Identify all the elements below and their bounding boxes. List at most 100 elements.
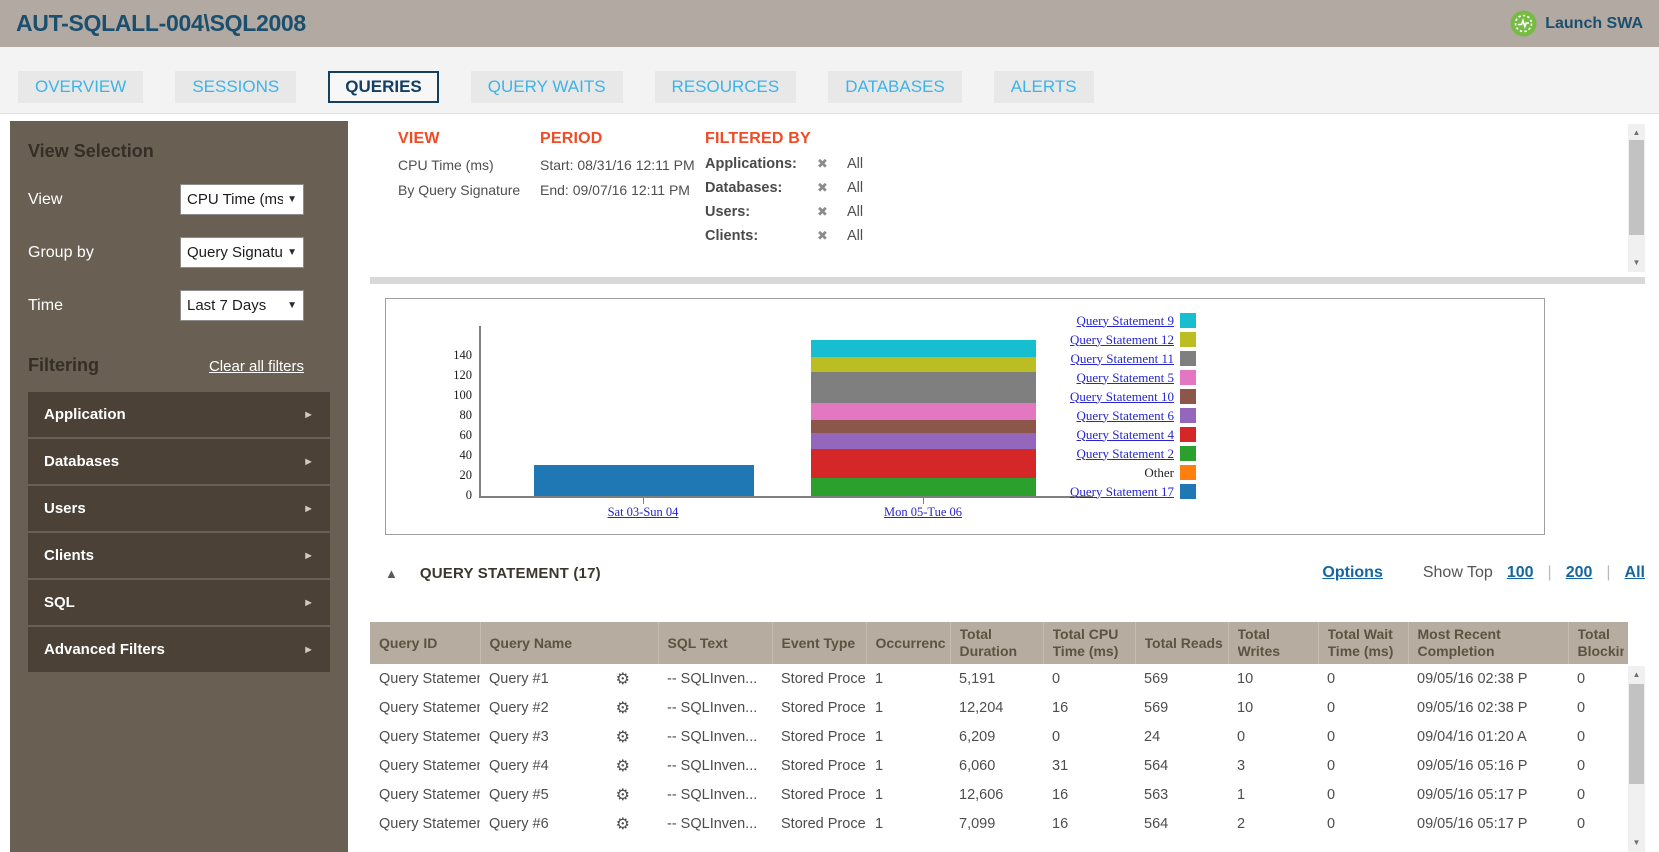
scrollbar-thumb[interactable] — [1629, 684, 1644, 784]
tab-sessions[interactable]: SESSIONS — [175, 71, 296, 103]
legend-label-query-statement-10[interactable]: Query Statement 10 — [954, 389, 1174, 405]
gear-icon[interactable]: ⚙ — [616, 785, 630, 804]
gear-icon[interactable]: ⚙ — [616, 727, 630, 746]
cell-total-duration: 7,099 — [950, 809, 1043, 838]
view-selection-title: View Selection — [28, 141, 330, 162]
x-axis-category-link[interactable]: Sat 03-Sun 04 — [563, 505, 723, 520]
scroll-up-icon[interactable]: ▲ — [1628, 126, 1645, 140]
gear-icon[interactable]: ⚙ — [616, 814, 630, 833]
remove-filter-icon[interactable]: ✖ — [817, 156, 847, 172]
show-top-200-link[interactable]: 200 — [1566, 564, 1593, 582]
chevron-down-icon: ▼ — [287, 247, 297, 258]
scroll-up-icon[interactable]: ▲ — [1628, 668, 1645, 682]
legend-label-query-statement-2[interactable]: Query Statement 2 — [954, 446, 1174, 462]
column-header-total-blocking-time[interactable]: Total Blocking Time (ms) — [1568, 622, 1628, 664]
filter-label: Users: — [705, 204, 817, 220]
query-name-text: Query #2 — [489, 700, 549, 716]
cell-occurrences: 1 — [866, 664, 950, 693]
cell-event-type: Stored Procedure — [772, 693, 866, 722]
table-scrollbar[interactable]: ▲ ▼ — [1628, 666, 1645, 852]
filter-item-sql[interactable]: SQL► — [28, 580, 330, 625]
tab-alerts[interactable]: ALERTS — [994, 71, 1094, 103]
filter-item-application[interactable]: Application► — [28, 392, 330, 437]
legend-label-query-statement-6[interactable]: Query Statement 6 — [954, 408, 1174, 424]
cell-event-type: Stored Procedure — [772, 722, 866, 751]
summary-scrollbar[interactable]: ▲ ▼ — [1628, 124, 1645, 272]
page: AUT-SQLALL-004\SQL2008 Launch SWA OVERVI… — [0, 0, 1659, 852]
cell-query-id: Query Statement 4 — [370, 751, 480, 780]
cell-total-reads: 564 — [1135, 809, 1228, 838]
legend-label-query-statement-17[interactable]: Query Statement 17 — [954, 484, 1174, 500]
collapse-section-icon[interactable]: ▲ — [385, 566, 398, 581]
filter-item-users[interactable]: Users► — [28, 486, 330, 531]
filter-item-label: Users — [44, 500, 86, 517]
bar-segment-query-statement-17[interactable] — [534, 465, 754, 496]
cell-most-recent-completion: 09/05/16 05:17 P — [1408, 780, 1568, 809]
launch-swa-button[interactable]: Launch SWA — [1510, 10, 1643, 37]
column-header-event-type[interactable]: Event Type — [772, 622, 866, 664]
field-label: Time — [28, 297, 180, 315]
cell-total-reads: 569 — [1135, 664, 1228, 693]
filtering-title: Filtering — [28, 355, 99, 376]
column-header-total-duration[interactable]: Total Duration (ms) — [950, 622, 1043, 664]
column-header-query-id[interactable]: Query ID — [370, 622, 480, 664]
tab-databases[interactable]: DATABASES — [828, 71, 962, 103]
horizontal-scrollbar[interactable] — [370, 277, 1645, 284]
tab-resources[interactable]: RESOURCES — [655, 71, 797, 103]
gear-icon[interactable]: ⚙ — [616, 669, 630, 688]
column-header-most-recent-completion[interactable]: Most Recent Completion — [1408, 622, 1568, 664]
options-link[interactable]: Options — [1322, 564, 1382, 582]
x-tick-mark — [643, 498, 644, 504]
filter-value: All — [847, 156, 863, 172]
column-header-query-name[interactable]: Query Name — [480, 622, 658, 664]
legend-label-query-statement-11[interactable]: Query Statement 11 — [954, 351, 1174, 367]
column-header-label: Total CPU Time (ms) — [1053, 626, 1131, 660]
x-axis-category-link[interactable]: Mon 05-Tue 06 — [843, 505, 1003, 520]
chevron-right-icon: ► — [303, 456, 314, 468]
view-selection-sidebar: View Selection ViewCPU Time (ms)▼Group b… — [10, 121, 348, 852]
filter-item-advanced-filters[interactable]: Advanced Filters► — [28, 627, 330, 672]
table-row: Query Statement 3Query #3⚙-- SQLInven...… — [370, 722, 1628, 751]
legend-label-query-statement-12[interactable]: Query Statement 12 — [954, 332, 1174, 348]
column-header-total-wait-time[interactable]: Total Wait Time (ms) — [1318, 622, 1408, 664]
column-header-label: Occurrences — [876, 635, 946, 652]
tab-query-waits[interactable]: QUERY WAITS — [471, 71, 623, 103]
remove-filter-icon[interactable]: ✖ — [817, 180, 847, 196]
legend-swatch — [1180, 446, 1196, 461]
filter-item-clients[interactable]: Clients► — [28, 533, 330, 578]
column-header-total-reads[interactable]: Total Reads — [1135, 622, 1228, 664]
remove-filter-icon[interactable]: ✖ — [817, 204, 847, 220]
tab-overview[interactable]: OVERVIEW — [18, 71, 143, 103]
column-header-total-writes[interactable]: Total Writes — [1228, 622, 1318, 664]
group-by-select[interactable]: Query Signature▼ — [180, 237, 304, 268]
legend-label-query-statement-9[interactable]: Query Statement 9 — [954, 313, 1174, 329]
filter-item-databases[interactable]: Databases► — [28, 439, 330, 484]
scrollbar-thumb[interactable] — [1629, 140, 1644, 235]
column-header-occurrences[interactable]: Occurrences — [866, 622, 950, 664]
view-select[interactable]: CPU Time (ms)▼ — [180, 184, 304, 215]
legend-label-query-statement-5[interactable]: Query Statement 5 — [954, 370, 1174, 386]
column-header-total-cpu-time[interactable]: Total CPU Time (ms) — [1043, 622, 1135, 664]
show-top-all-link[interactable]: All — [1625, 564, 1645, 582]
scroll-down-icon[interactable]: ▼ — [1628, 256, 1645, 270]
remove-filter-icon[interactable]: ✖ — [817, 228, 847, 244]
chevron-down-icon: ▼ — [287, 300, 297, 311]
clear-all-filters-link[interactable]: Clear all filters — [209, 358, 304, 375]
cell-event-type: Stored Procedure — [772, 780, 866, 809]
query-name-cell: Query #1⚙ — [489, 669, 658, 688]
launch-swa-label: Launch SWA — [1545, 15, 1643, 33]
chevron-right-icon: ► — [303, 597, 314, 609]
legend-label-query-statement-4[interactable]: Query Statement 4 — [954, 427, 1174, 443]
column-header-sql-text[interactable]: SQL Text — [658, 622, 772, 664]
cell-total-wait-time: 0 — [1318, 751, 1408, 780]
gear-icon[interactable]: ⚙ — [616, 756, 630, 775]
filter-label: Clients: — [705, 228, 817, 244]
show-top-100-link[interactable]: 100 — [1507, 564, 1534, 582]
time-select[interactable]: Last 7 Days▼ — [180, 290, 304, 321]
tab-queries[interactable]: QUERIES — [328, 71, 439, 103]
filter-accordion: Application►Databases►Users►Clients►SQL►… — [28, 392, 330, 672]
gear-icon[interactable]: ⚙ — [616, 698, 630, 717]
scroll-down-icon[interactable]: ▼ — [1628, 836, 1645, 850]
period-heading: PERIOD — [540, 130, 695, 148]
cell-total-wait-time: 0 — [1318, 664, 1408, 693]
